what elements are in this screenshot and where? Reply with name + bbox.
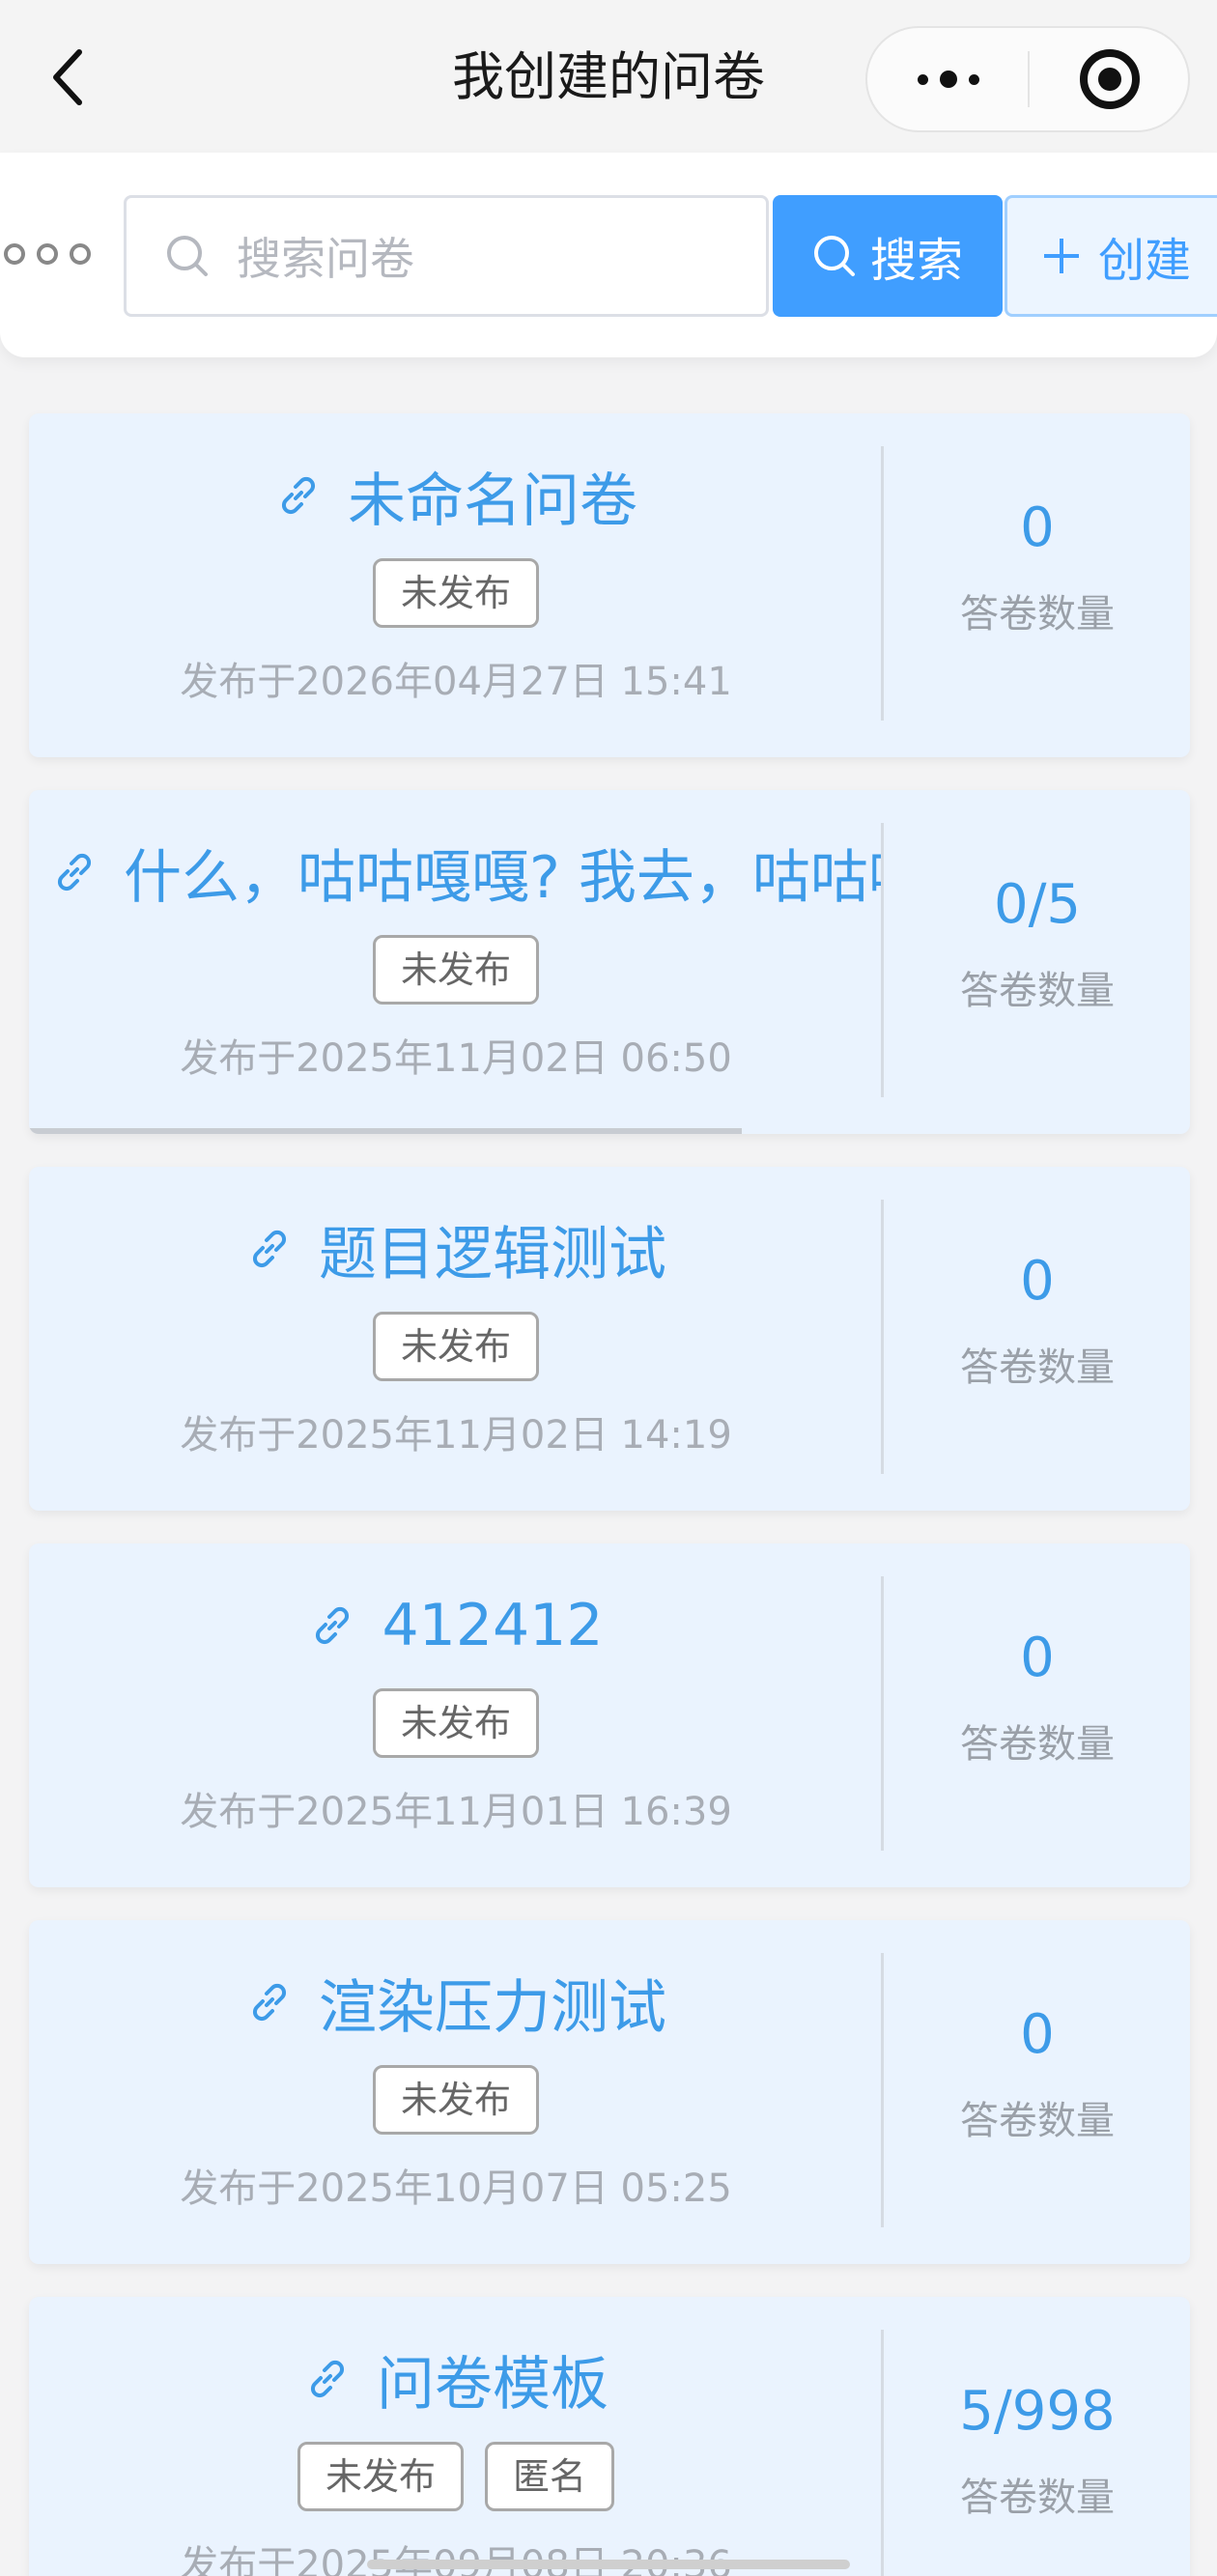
link-icon <box>316 1606 350 1645</box>
create-button-label: 创建 <box>1098 234 1192 288</box>
survey-card[interactable]: 未命名问卷 未发布 发布于2026年04月27日 15:41 0 答卷数量 <box>29 413 1190 757</box>
close-button[interactable] <box>1030 28 1190 130</box>
survey-card-info: 渲染压力测试 未发布 发布于2025年10月07日 05:25 <box>29 1920 883 2264</box>
response-count-label: 答卷数量 <box>960 2476 1115 2520</box>
survey-title-row[interactable]: 渲染压力测试 <box>29 1959 883 2046</box>
link-icon <box>252 1230 287 1268</box>
response-count-block: 0/5 答卷数量 <box>885 790 1190 1134</box>
more-button[interactable] <box>867 28 1029 130</box>
response-count-label: 答卷数量 <box>960 1345 1115 1390</box>
survey-card-info: 问卷模板 未发布 匿名 发布于2025年09月08日 20:36 <box>29 2297 883 2576</box>
nav-bar: 我创建的问卷 <box>0 0 1217 153</box>
response-count: 0/5 <box>993 873 1082 936</box>
survey-card[interactable]: 问卷模板 未发布 匿名 发布于2025年09月08日 20:36 5/998 答… <box>29 2297 1190 2576</box>
response-count-block: 0 答卷数量 <box>885 1167 1190 1511</box>
survey-title-row[interactable]: 什么，咕咕嘎嘎? 我去，咕咕嘎嘎 <box>29 829 883 916</box>
search-bar: 搜索问卷 搜索 创建 <box>0 153 1217 357</box>
publish-date: 发布于2025年11月02日 14:19 <box>180 1413 732 1458</box>
survey-card[interactable]: 题目逻辑测试 未发布 发布于2025年11月02日 14:19 0 答卷数量 <box>29 1167 1190 1511</box>
create-button[interactable]: 创建 <box>1005 195 1217 317</box>
survey-card-info: 412412 未发布 发布于2025年11月01日 16:39 <box>29 1543 883 1887</box>
publish-date: 发布于2025年11月01日 16:39 <box>180 1790 732 1834</box>
card-divider <box>881 2330 884 2576</box>
survey-card[interactable]: 渲染压力测试 未发布 发布于2025年10月07日 05:25 0 答卷数量 <box>29 1920 1190 2264</box>
publish-date: 发布于2025年09月08日 20:36 <box>29 2536 883 2576</box>
survey-title: 什么，咕咕嘎嘎? 我去，咕咕嘎嘎 <box>124 843 883 912</box>
search-icon <box>167 236 208 276</box>
survey-card-info: 什么，咕咕嘎嘎? 我去，咕咕嘎嘎 未发布 发布于2025年11月02日 06:5… <box>29 790 883 1134</box>
survey-title: 渲染压力测试 <box>319 1973 666 2042</box>
mini-program-capsule <box>865 26 1190 132</box>
target-close-icon <box>1080 49 1140 109</box>
survey-title: 412412 <box>382 1592 604 1659</box>
card-divider <box>881 1953 884 2227</box>
card-divider <box>881 1576 884 1851</box>
more-dots-icon-center <box>939 71 957 88</box>
link-icon <box>57 853 92 892</box>
search-icon <box>813 236 855 276</box>
response-count-block: 5/998 答卷数量 <box>885 2297 1190 2576</box>
status-badge: 未发布 <box>372 935 539 1005</box>
tag-list: 未发布 <box>29 935 883 1005</box>
plus-icon <box>1044 239 1079 273</box>
survey-card[interactable]: 412412 未发布 发布于2025年11月01日 16:39 0 答卷数量 <box>29 1543 1190 1887</box>
tag-list: 未发布 匿名 <box>29 2442 883 2511</box>
response-count: 5/998 <box>959 2380 1116 2443</box>
home-indicator <box>367 2560 850 2569</box>
search-button-label: 搜索 <box>869 234 963 288</box>
status-badge: 未发布 <box>372 558 539 628</box>
response-count-label: 答卷数量 <box>960 1722 1115 1767</box>
search-input[interactable]: 搜索问卷 <box>124 195 769 317</box>
response-count-block: 0 答卷数量 <box>885 1920 1190 2264</box>
search-placeholder: 搜索问卷 <box>237 233 414 285</box>
response-count: 0 <box>1020 1250 1055 1313</box>
response-count-block: 0 答卷数量 <box>885 1543 1190 1887</box>
publish-date: 发布于2026年04月27日 15:41 <box>180 660 732 704</box>
survey-title-row[interactable]: 412412 <box>29 1582 883 1669</box>
anonymous-badge: 匿名 <box>485 2442 615 2511</box>
card-divider <box>881 823 884 1097</box>
status-badge: 未发布 <box>372 2065 539 2135</box>
three-circles-icon[interactable] <box>4 243 91 265</box>
response-count-block: 0 答卷数量 <box>885 413 1190 757</box>
survey-title-row[interactable]: 问卷模板 <box>29 2335 883 2422</box>
status-badge: 未发布 <box>297 2442 464 2511</box>
survey-card-info: 题目逻辑测试 未发布 发布于2025年11月02日 14:19 <box>29 1167 883 1511</box>
link-icon <box>310 2360 345 2398</box>
search-button[interactable]: 搜索 <box>773 195 1003 317</box>
tag-list: 未发布 <box>29 1312 883 1381</box>
more-dots-icon <box>917 73 928 85</box>
tag-list: 未发布 <box>29 1688 883 1758</box>
survey-title-row[interactable]: 未命名问卷 <box>29 452 883 539</box>
card-divider <box>881 1200 884 1474</box>
title-scroll-indicator <box>29 1128 742 1134</box>
card-divider <box>881 446 884 721</box>
survey-title: 未命名问卷 <box>348 467 637 535</box>
tag-list: 未发布 <box>29 2065 883 2135</box>
link-icon <box>281 476 316 515</box>
publish-date: 发布于2025年11月02日 06:50 <box>180 1036 732 1081</box>
response-count-label: 答卷数量 <box>960 969 1115 1013</box>
status-badge: 未发布 <box>372 1688 539 1758</box>
response-count: 0 <box>1020 2003 1055 2066</box>
survey-title-row[interactable]: 题目逻辑测试 <box>29 1205 883 1292</box>
status-badge: 未发布 <box>372 1312 539 1381</box>
response-count-label: 答卷数量 <box>960 2099 1115 2143</box>
response-count: 0 <box>1020 496 1055 559</box>
survey-title: 题目逻辑测试 <box>319 1220 666 1288</box>
survey-card-info: 未命名问卷 未发布 发布于2026年04月27日 15:41 <box>29 413 883 757</box>
response-count: 0 <box>1020 1627 1055 1689</box>
tag-list: 未发布 <box>29 558 883 628</box>
link-icon <box>252 1983 287 2022</box>
response-count-label: 答卷数量 <box>960 592 1115 637</box>
publish-date: 发布于2025年10月07日 05:25 <box>180 2166 732 2211</box>
survey-title: 问卷模板 <box>377 2350 608 2419</box>
survey-card[interactable]: 什么，咕咕嘎嘎? 我去，咕咕嘎嘎 未发布 发布于2025年11月02日 06:5… <box>29 790 1190 1134</box>
more-dots-icon-right <box>968 73 979 85</box>
